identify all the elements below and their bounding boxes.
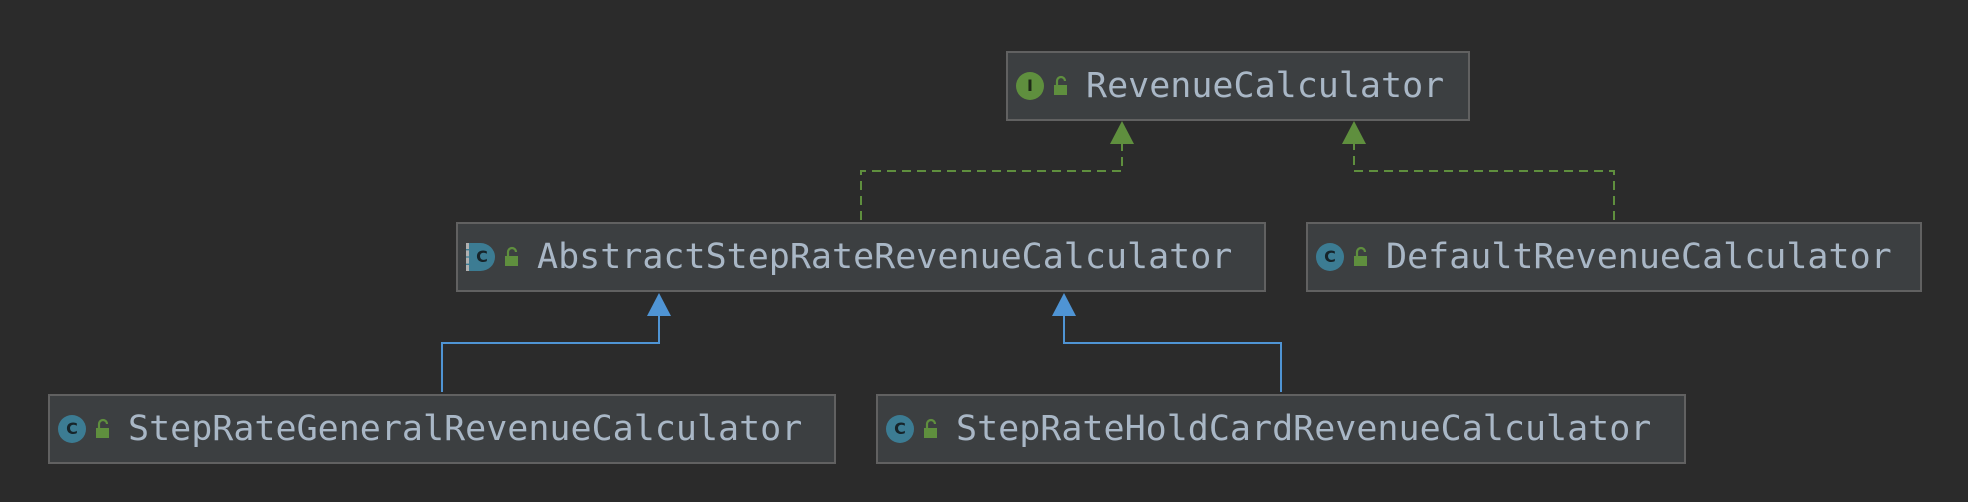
node-step-rate-hold-card-revenue-calculator[interactable]: C StepRateHoldCardRevenueCalculator <box>876 394 1686 464</box>
class-icon: C <box>1316 243 1344 271</box>
abstract-class-icon: C <box>466 243 495 271</box>
class-icon: C <box>58 415 86 443</box>
edge-extends-arrowhead <box>647 293 671 316</box>
interface-icon: I <box>1016 72 1044 100</box>
public-lock-icon <box>924 418 937 438</box>
node-label: DefaultRevenueCalculator <box>1386 237 1892 277</box>
public-lock-icon <box>505 246 518 266</box>
public-lock-icon <box>1354 246 1367 266</box>
edge-implements-line <box>1353 143 1615 220</box>
node-label: AbstractStepRateRevenueCalculator <box>537 237 1233 277</box>
edge-extends-line <box>441 315 660 392</box>
class-icon: C <box>886 415 914 443</box>
node-default-revenue-calculator[interactable]: C DefaultRevenueCalculator <box>1306 222 1922 292</box>
uml-class-diagram: I RevenueCalculator C AbstractStepRateRe… <box>0 0 1968 502</box>
edge-extends-line <box>1063 315 1282 392</box>
node-label: StepRateHoldCardRevenueCalculator <box>956 409 1652 449</box>
public-lock-icon <box>1054 75 1067 95</box>
node-abstract-step-rate-revenue-calculator[interactable]: C AbstractStepRateRevenueCalculator <box>456 222 1266 292</box>
edge-implements-arrowhead <box>1342 121 1366 144</box>
node-label: StepRateGeneralRevenueCalculator <box>128 409 803 449</box>
edge-extends-arrowhead <box>1052 293 1076 316</box>
node-label: RevenueCalculator <box>1086 66 1445 106</box>
edge-implements-arrowhead <box>1110 121 1134 144</box>
edge-implements-line <box>860 143 1123 220</box>
node-revenue-calculator[interactable]: I RevenueCalculator <box>1006 51 1470 121</box>
public-lock-icon <box>96 418 109 438</box>
node-step-rate-general-revenue-calculator[interactable]: C StepRateGeneralRevenueCalculator <box>48 394 836 464</box>
